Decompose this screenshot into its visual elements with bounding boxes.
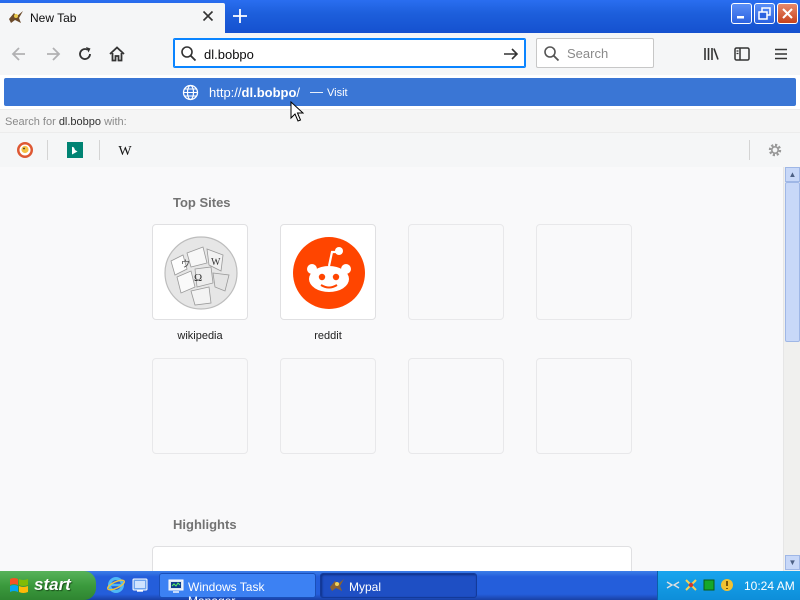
top-site-wikipedia[interactable]: Ω W ウ bbox=[152, 224, 248, 320]
suggestion-url: http://dl.bobpo/ bbox=[209, 85, 301, 100]
back-button[interactable] bbox=[6, 41, 32, 67]
library-icon bbox=[704, 48, 719, 60]
back-arrow-icon bbox=[11, 47, 25, 61]
search-icon bbox=[543, 45, 561, 63]
top-site-reddit[interactable] bbox=[280, 224, 376, 320]
forward-arrow-icon bbox=[47, 47, 61, 61]
windows-flag-icon bbox=[8, 576, 30, 596]
library-button[interactable] bbox=[698, 41, 724, 67]
search-icon bbox=[180, 45, 198, 63]
tab-title: New Tab bbox=[30, 11, 77, 25]
vertical-scrollbar[interactable]: ▲ ▼ bbox=[783, 167, 800, 571]
maximize-button[interactable] bbox=[754, 3, 775, 24]
start-label: start bbox=[34, 575, 71, 594]
scroll-down-button[interactable]: ▼ bbox=[785, 555, 800, 570]
top-sites-title: Top Sites bbox=[173, 195, 231, 210]
wikipedia-globe-icon: Ω W ウ bbox=[164, 236, 238, 310]
home-button[interactable] bbox=[104, 41, 130, 67]
mypal-icon bbox=[329, 578, 345, 592]
search-bar[interactable] bbox=[536, 38, 654, 68]
reload-button[interactable] bbox=[72, 41, 98, 67]
close-icon[interactable] bbox=[200, 8, 216, 24]
gear-icon[interactable] bbox=[764, 139, 786, 161]
scroll-thumb[interactable] bbox=[785, 182, 800, 342]
bing-engine-icon[interactable] bbox=[64, 139, 86, 161]
close-window-button[interactable] bbox=[777, 3, 798, 24]
suggestion-separator: — bbox=[310, 84, 323, 99]
wikipedia-engine-icon[interactable]: W bbox=[114, 139, 136, 161]
home-icon bbox=[109, 46, 125, 62]
top-site-placeholder[interactable] bbox=[536, 224, 632, 320]
go-arrow-icon[interactable] bbox=[501, 44, 521, 64]
top-site-placeholder[interactable] bbox=[408, 358, 504, 454]
top-site-label: reddit bbox=[314, 330, 342, 342]
status-tray-icon[interactable] bbox=[702, 578, 716, 592]
url-autocomplete-popup: http://dl.bobpo/ — Visit Search for dl.b… bbox=[0, 75, 800, 167]
duckduckgo-engine-icon[interactable] bbox=[14, 139, 36, 161]
task-manager-icon bbox=[168, 578, 184, 594]
taskbar-button-label: Windows Task Manager bbox=[188, 580, 265, 600]
reddit-icon bbox=[293, 237, 365, 309]
top-site-label: wikipedia bbox=[177, 330, 223, 342]
taskbar-button-label: Mypal bbox=[349, 580, 382, 594]
tab-new-tab[interactable]: New Tab bbox=[0, 3, 225, 33]
svg-text:ウ: ウ bbox=[181, 259, 190, 270]
internet-explorer-icon[interactable] bbox=[107, 576, 125, 594]
mouse-pointer-icon bbox=[290, 101, 304, 123]
network-tray-icon[interactable] bbox=[666, 578, 680, 592]
update-tray-icon[interactable] bbox=[720, 578, 734, 592]
taskbar-button-task-manager[interactable]: Windows Task Manager bbox=[159, 573, 316, 600]
menu-button[interactable] bbox=[768, 41, 794, 67]
taskbar-button-mypal[interactable]: Mypal bbox=[320, 573, 477, 598]
new-tab-page: Top Sites Ω W ウ wikipedia reddit Highlig… bbox=[0, 167, 783, 571]
plus-icon bbox=[233, 9, 247, 23]
forward-button[interactable] bbox=[40, 41, 66, 67]
sidebar-button[interactable] bbox=[729, 41, 755, 67]
system-tray: 10:24 AM bbox=[657, 571, 800, 600]
show-desktop-icon[interactable] bbox=[131, 576, 149, 594]
minimize-button[interactable] bbox=[731, 3, 752, 24]
svg-text:W: W bbox=[118, 144, 132, 159]
suggestion-action: Visit bbox=[327, 87, 348, 99]
mypal-icon bbox=[8, 10, 24, 24]
search-input[interactable] bbox=[567, 46, 647, 61]
svg-text:Ω: Ω bbox=[194, 272, 202, 284]
highlight-card[interactable] bbox=[152, 546, 632, 571]
url-bar[interactable] bbox=[173, 38, 526, 68]
visit-suggestion-row[interactable]: http://dl.bobpo/ — Visit bbox=[4, 78, 796, 106]
start-button[interactable]: start bbox=[0, 571, 96, 600]
svg-text:W: W bbox=[211, 257, 221, 268]
sidebar-icon bbox=[734, 47, 750, 61]
top-site-placeholder[interactable] bbox=[152, 358, 248, 454]
navigation-toolbar bbox=[0, 33, 800, 75]
security-tray-icon[interactable] bbox=[684, 578, 698, 592]
search-for-row: Search for dl.bobpo with: bbox=[0, 109, 800, 133]
taskbar: start Windows Task Manager Mypal 10:24 A… bbox=[0, 571, 800, 600]
top-site-placeholder[interactable] bbox=[536, 358, 632, 454]
clock: 10:24 AM bbox=[744, 579, 795, 593]
title-bar: New Tab bbox=[0, 0, 800, 33]
top-site-placeholder[interactable] bbox=[280, 358, 376, 454]
url-input[interactable] bbox=[204, 45, 494, 63]
hamburger-menu-icon bbox=[775, 48, 787, 60]
one-off-search-engines: W bbox=[0, 133, 800, 167]
top-site-placeholder[interactable] bbox=[408, 224, 504, 320]
new-tab-button[interactable] bbox=[228, 5, 252, 27]
highlights-title: Highlights bbox=[173, 517, 237, 532]
reload-icon bbox=[79, 47, 91, 60]
search-for-label: Search for dl.bobpo with: bbox=[5, 116, 127, 128]
scroll-up-button[interactable]: ▲ bbox=[785, 167, 800, 182]
globe-icon bbox=[182, 84, 199, 101]
